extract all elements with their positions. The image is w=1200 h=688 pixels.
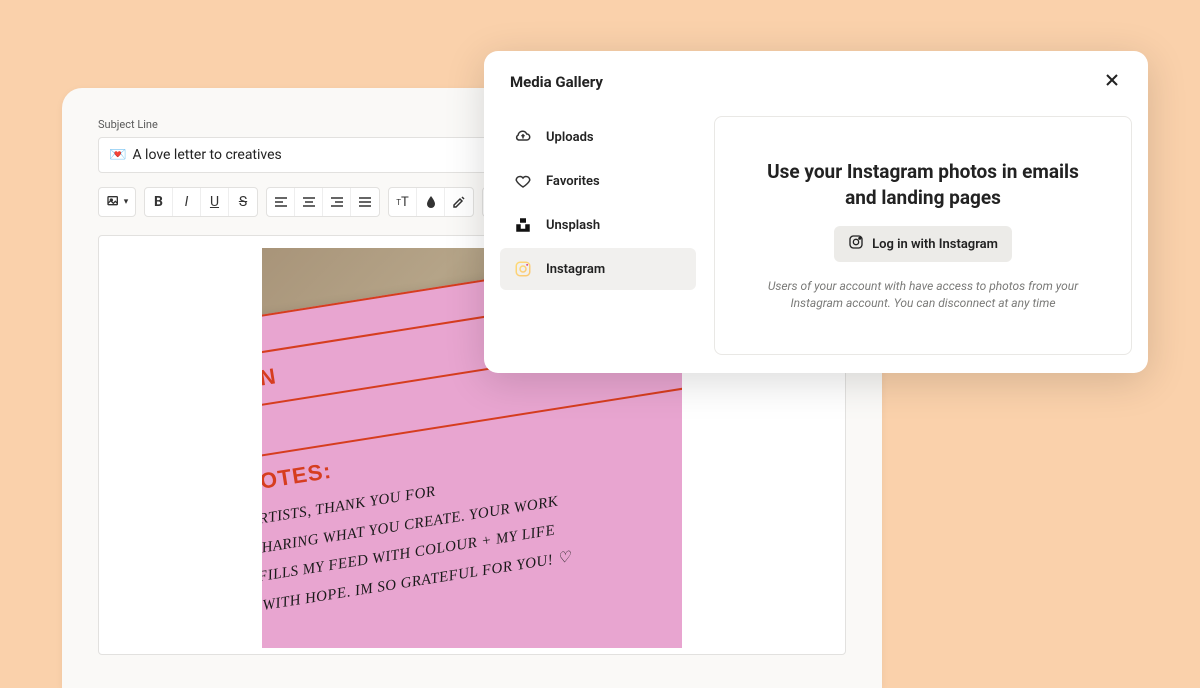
close-button[interactable] [1102,71,1122,92]
highlight-button[interactable] [445,188,473,216]
instagram-connect-panel: Use your Instagram photos in emails and … [714,116,1132,355]
italic-button[interactable]: I [173,188,201,216]
align-justify-button[interactable] [351,188,379,216]
align-left-button[interactable] [267,188,295,216]
planner-day-label: SUN [262,363,278,395]
strikethrough-button[interactable]: S [229,188,257,216]
instagram-disclaimer: Users of your account with have access t… [763,278,1083,312]
instagram-icon [514,260,532,278]
modal-title: Media Gallery [510,73,603,91]
love-letter-emoji: 💌 [109,147,126,163]
media-source-sidebar: Uploads Favorites Unsplash Instagram [500,116,696,355]
heart-icon [514,172,532,190]
align-center-button[interactable] [295,188,323,216]
text-size-button[interactable]: TT [389,188,417,216]
bold-button[interactable]: B [145,188,173,216]
cloud-upload-icon [514,128,532,146]
source-favorites[interactable]: Favorites [500,160,696,202]
instagram-icon [848,234,864,254]
text-color-button[interactable] [417,188,445,216]
source-instagram[interactable]: Instagram [500,248,696,290]
source-unsplash[interactable]: Unsplash [500,204,696,246]
unsplash-icon [514,216,532,234]
media-gallery-modal: Media Gallery Uploads Favorites [484,51,1148,373]
login-with-instagram-button[interactable]: Log in with Instagram [834,226,1012,262]
insert-image-button[interactable]: ▾ [99,188,135,216]
instagram-heading: Use your Instagram photos in emails and … [755,159,1091,210]
subject-line-value: A love letter to creatives [132,147,281,163]
source-uploads[interactable]: Uploads [500,116,696,158]
align-right-button[interactable] [323,188,351,216]
underline-button[interactable]: U [201,188,229,216]
